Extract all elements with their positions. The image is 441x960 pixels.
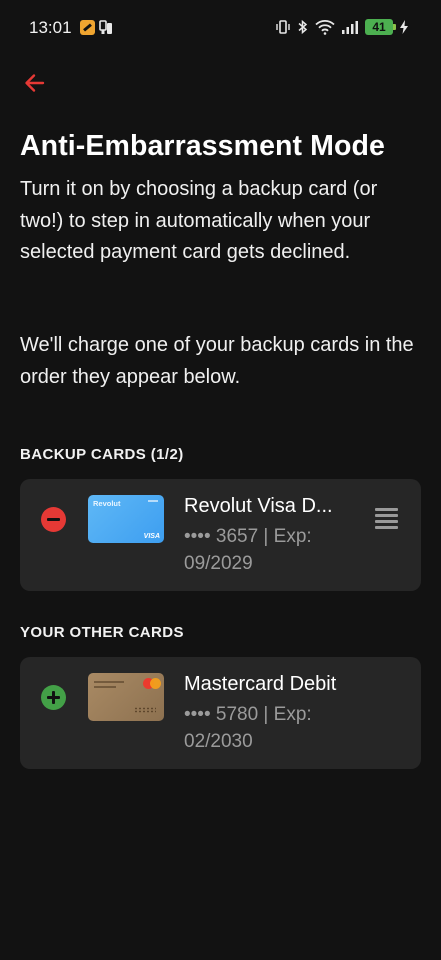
arrow-left-icon	[25, 74, 45, 92]
card-name: Revolut Visa D...	[184, 495, 333, 517]
card-detail-mark	[148, 500, 158, 502]
card-text-line	[94, 686, 116, 688]
status-time: 13:01	[29, 18, 72, 37]
other-cards-label: YOUR OTHER CARDS	[20, 624, 184, 641]
bluetooth-icon	[297, 19, 309, 35]
signal-icon	[341, 19, 359, 35]
screen: 13:01 41 Anti-Embarrassment Mode Turn it…	[0, 0, 441, 960]
card-text-line	[94, 681, 124, 683]
add-circle-icon	[47, 691, 60, 704]
card-thumbnail-revolut: Revolut VISA	[88, 495, 164, 543]
backup-card-row[interactable]: Revolut VISA Revolut Visa D... •••• 3657…	[20, 479, 421, 591]
app-notification-icon	[99, 20, 113, 35]
description-paragraph-2: We'll charge one of your backup cards in…	[20, 334, 414, 388]
page-title: Anti-Embarrassment Mode	[20, 130, 385, 162]
remove-circle-icon	[47, 517, 60, 522]
remove-backup-card-button[interactable]	[41, 507, 66, 532]
add-backup-card-button[interactable]	[41, 685, 66, 710]
drag-handle-icon[interactable]	[375, 508, 399, 529]
status-icons: 41	[275, 17, 409, 37]
app-notification-icon	[80, 20, 95, 35]
vibrate-icon	[275, 19, 291, 35]
charging-icon	[399, 19, 409, 35]
battery-icon: 41	[365, 19, 396, 35]
back-button[interactable]	[20, 68, 50, 98]
mastercard-logo	[150, 678, 161, 689]
other-card-row[interactable]: Mastercard Debit •••• 5780 | Exp: 02/203…	[20, 657, 421, 769]
card-number-dots	[134, 707, 156, 713]
status-bar: 13:01 41	[0, 0, 441, 56]
description-paragraph-1: Turn it on by choosing a backup card (or…	[20, 178, 378, 263]
card-meta: •••• 3657 | Exp: 09/2029	[184, 526, 312, 574]
card-meta: •••• 5780 | Exp: 02/2030	[184, 704, 312, 752]
card-thumbnail-mastercard	[88, 673, 164, 721]
card-name: Mastercard Debit	[184, 673, 337, 695]
wifi-icon	[315, 19, 335, 35]
backup-cards-label: BACKUP CARDS (1/2)	[20, 446, 184, 463]
card-brand-logo: Revolut	[93, 499, 121, 508]
visa-logo: VISA	[143, 533, 160, 540]
